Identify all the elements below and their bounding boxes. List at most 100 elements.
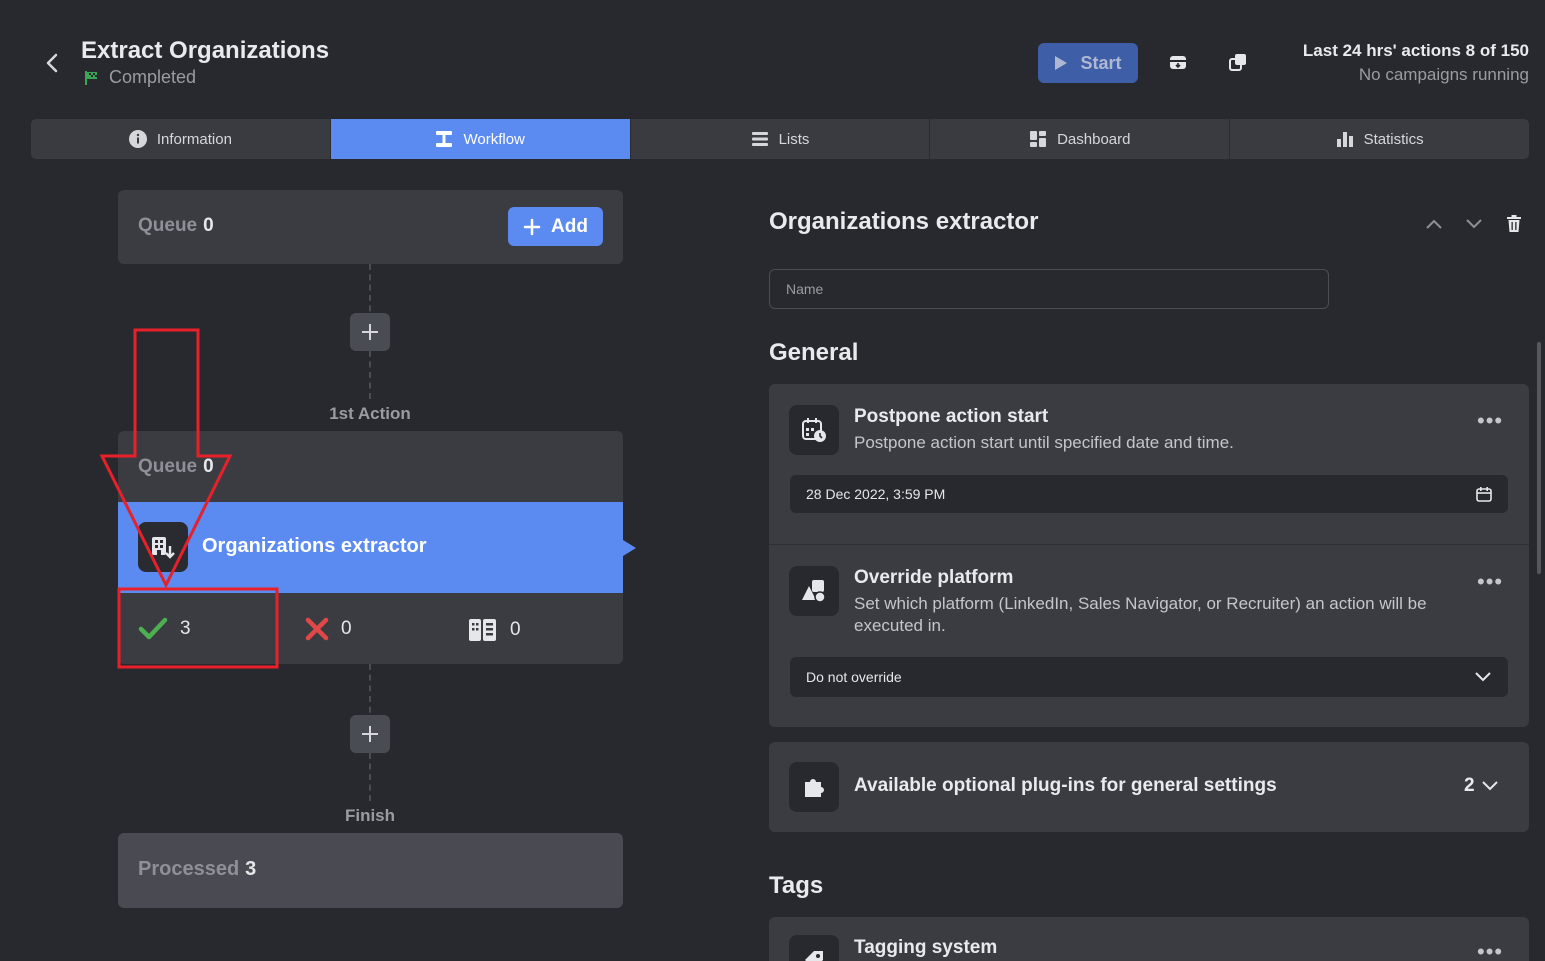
name-input[interactable] bbox=[769, 269, 1329, 309]
plugins-count-value: 2 bbox=[1464, 775, 1475, 796]
tab-workflow[interactable]: Workflow bbox=[330, 119, 631, 159]
step-label: 1st Action bbox=[329, 404, 411, 423]
success-count[interactable]: 3 bbox=[138, 617, 191, 641]
general-heading: General bbox=[769, 339, 859, 366]
action-organizations-extractor[interactable]: Organizations extractor bbox=[118, 502, 636, 593]
chevron-down-icon bbox=[1466, 219, 1482, 229]
divider bbox=[769, 544, 1529, 545]
panel-title: Organizations extractor bbox=[769, 208, 1039, 235]
optional-plugins-toggle[interactable]: Available optional plug-ins for general … bbox=[769, 742, 1529, 832]
tagging-system-card: Tagging system ••• bbox=[769, 917, 1529, 961]
chevron-down-icon bbox=[1475, 672, 1491, 682]
other-value: 0 bbox=[510, 619, 521, 640]
action-queue-label: Queue 0 bbox=[138, 456, 214, 478]
add-button[interactable]: Add bbox=[508, 207, 603, 246]
override-title: Override platform bbox=[854, 567, 1014, 588]
action-queue-count: 0 bbox=[203, 456, 214, 477]
page-title: Extract Organizations bbox=[81, 37, 330, 64]
fail-count[interactable]: 0 bbox=[305, 617, 352, 641]
organization-list-icon bbox=[469, 619, 496, 641]
copy-icon bbox=[1229, 54, 1246, 71]
plugins-title: Available optional plug-ins for general … bbox=[854, 775, 1277, 796]
connector-line bbox=[369, 753, 371, 801]
fail-value: 0 bbox=[341, 618, 352, 639]
postpone-date-value: 28 Dec 2022, 3:59 PM bbox=[806, 486, 946, 502]
chevron-left-icon bbox=[46, 53, 58, 73]
dashboard-icon bbox=[1030, 131, 1047, 147]
info-icon bbox=[128, 130, 147, 148]
statistics-icon bbox=[1336, 132, 1353, 147]
processed-text: Processed bbox=[138, 858, 240, 880]
postpone-date-field[interactable]: 28 Dec 2022, 3:59 PM bbox=[790, 475, 1508, 513]
insert-action-button[interactable] bbox=[350, 313, 390, 351]
action-queue-text: Queue bbox=[138, 456, 198, 477]
duplicate-button[interactable] bbox=[1227, 51, 1249, 73]
action-card: Queue 0 Organizations extractor 3 0 0 bbox=[118, 431, 636, 664]
start-label: Start bbox=[1080, 52, 1122, 73]
tags-heading: Tags bbox=[769, 872, 824, 899]
back-button[interactable] bbox=[40, 50, 64, 76]
platform-shapes-icon bbox=[789, 566, 839, 616]
add-label: Add bbox=[551, 215, 588, 237]
queue-card: Queue 0 Add bbox=[118, 190, 623, 264]
tab-label: Statistics bbox=[1363, 130, 1424, 148]
start-button[interactable]: Start bbox=[1038, 43, 1138, 83]
postpone-menu-button[interactable]: ••• bbox=[1477, 410, 1502, 436]
calendar-icon bbox=[1476, 487, 1492, 502]
campaign-status: Completed bbox=[83, 67, 196, 88]
override-desc: Set which platform (LinkedIn, Sales Navi… bbox=[854, 594, 1427, 635]
queue-count: 0 bbox=[203, 215, 214, 236]
archive-icon bbox=[1170, 56, 1186, 69]
tab-lists[interactable]: Lists bbox=[631, 119, 931, 159]
postpone-title: Postpone action start bbox=[854, 406, 1049, 427]
trash-icon bbox=[1507, 215, 1521, 232]
campaigns-status: No campaigns running bbox=[1358, 65, 1529, 84]
status-text: Completed bbox=[109, 67, 197, 87]
override-menu-button[interactable]: ••• bbox=[1477, 571, 1502, 597]
queue-label-text: Queue bbox=[138, 215, 198, 236]
panel-scrollbar[interactable] bbox=[1537, 342, 1541, 574]
tab-label: Information bbox=[156, 130, 232, 148]
success-value: 3 bbox=[180, 618, 191, 639]
override-platform-select[interactable]: Do not override bbox=[790, 657, 1508, 697]
connector-line bbox=[369, 351, 371, 399]
tab-dashboard[interactable]: Dashboard bbox=[930, 119, 1231, 159]
insert-action-button[interactable] bbox=[350, 715, 390, 753]
chevron-down-icon bbox=[1481, 781, 1498, 791]
chevron-up-icon bbox=[1426, 219, 1442, 229]
override-select-value: Do not override bbox=[806, 669, 902, 685]
tab-statistics[interactable]: Statistics bbox=[1230, 119, 1529, 159]
delete-button[interactable] bbox=[1503, 213, 1525, 235]
queue-label: Queue 0 bbox=[138, 215, 214, 237]
actions-usage: Last 24 hrs' actions 8 of 150 bbox=[1302, 41, 1529, 60]
general-settings-card: Postpone action start Postpone action st… bbox=[769, 384, 1529, 727]
processed-label: Processed 3 bbox=[138, 858, 256, 881]
tab-label: Dashboard bbox=[1057, 130, 1131, 148]
puzzle-icon bbox=[789, 762, 839, 812]
workflow-icon bbox=[436, 131, 453, 147]
tab-information[interactable]: Information bbox=[31, 119, 331, 159]
move-down-button[interactable] bbox=[1463, 213, 1485, 235]
organization-extract-icon bbox=[138, 522, 188, 572]
plus-icon bbox=[362, 726, 378, 742]
play-icon bbox=[1055, 56, 1068, 70]
action-name: Organizations extractor bbox=[202, 535, 427, 557]
postpone-desc: Postpone action start until specified da… bbox=[854, 433, 1234, 452]
other-count[interactable]: 0 bbox=[468, 617, 521, 643]
plus-icon bbox=[523, 218, 541, 235]
tagging-menu-button[interactable]: ••• bbox=[1477, 941, 1502, 961]
flag-icon bbox=[85, 70, 97, 85]
archive-button[interactable] bbox=[1167, 51, 1189, 73]
tab-label: Workflow bbox=[463, 130, 525, 148]
usage-info: Last 24 hrs' actions 8 of 150 No campaig… bbox=[1303, 41, 1529, 85]
move-up-button[interactable] bbox=[1423, 213, 1445, 235]
plugins-count: 2 bbox=[1464, 775, 1499, 797]
check-icon bbox=[138, 617, 168, 640]
finish-label: Finish bbox=[344, 806, 396, 825]
list-icon bbox=[751, 132, 768, 146]
processed-card: Processed 3 bbox=[118, 833, 623, 908]
calendar-clock-icon bbox=[789, 405, 839, 455]
processed-count: 3 bbox=[245, 858, 257, 880]
plus-icon bbox=[362, 324, 378, 340]
tagging-title: Tagging system bbox=[854, 937, 998, 958]
